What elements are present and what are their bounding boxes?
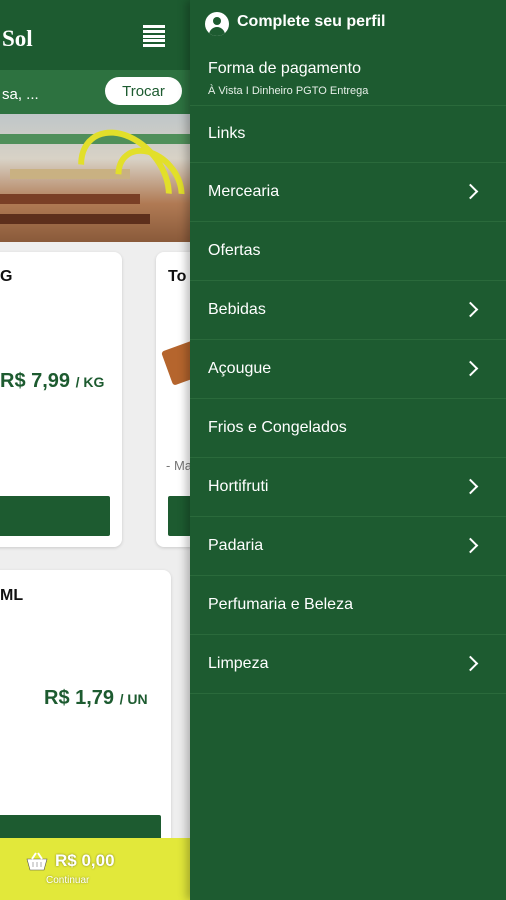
menu-item-label: Mercearia [208,183,280,200]
product-image [161,338,190,386]
menu-item-label: Frios e Congelados [208,419,347,436]
add-to-cart-button[interactable] [0,496,110,536]
navigation-drawer: Complete seu perfil Forma de pagamento À… [190,0,506,900]
menu-item-label: Hortifruti [208,478,269,495]
product-subtitle: - Ma [166,458,190,473]
payment-method-subtitle: À Vista I Dinheiro PGTO Entrega [208,85,369,97]
app-header: Sol [0,0,190,70]
menu-item-links[interactable]: Links [190,106,506,163]
product-title: ML [0,587,24,604]
menu-item-limpeza[interactable]: Limpeza [190,635,506,694]
product-title: G [0,268,13,285]
chevron-right-icon [462,537,479,554]
menu-item-label: Links [208,125,246,142]
change-address-button[interactable]: Trocar [105,77,182,105]
cart-bar[interactable]: R$ 0,00 Continuar [0,838,190,900]
product-card[interactable]: G R$ 7,99 / KG [0,252,122,547]
complete-profile-link[interactable]: Complete seu perfil [190,0,506,50]
app-screen: Sol sa, ... Trocar G R$ 7,99 / KG To - M… [0,0,190,900]
payment-method-title: Forma de pagamento [208,60,361,77]
menu-item-hortifruti[interactable]: Hortifruti [190,458,506,517]
menu-item-label: Ofertas [208,242,261,259]
menu-item-padaria[interactable]: Padaria [190,517,506,576]
basket-icon [26,852,48,871]
product-price: R$ 1,79 / UN [44,687,148,709]
menu-item-label: Bebidas [208,301,266,318]
add-to-cart-button[interactable] [168,496,190,536]
product-title: To [168,268,187,285]
cart-total: R$ 0,00 [55,851,115,870]
complete-profile-label: Complete seu perfil [237,13,386,30]
menu-item-ofertas[interactable]: Ofertas [190,222,506,281]
chevron-right-icon [462,301,479,318]
product-price: R$ 7,99 / KG [0,370,105,392]
product-card[interactable]: To - Ma [156,252,190,547]
cart-continue-label: Continuar [46,875,90,886]
payment-method-item[interactable]: Forma de pagamento À Vista I Dinheiro PG… [190,50,506,106]
chevron-right-icon [462,655,479,672]
menu-icon[interactable] [143,25,165,47]
menu-item-perfumaria-beleza[interactable]: Perfumaria e Beleza [190,576,506,635]
app-logo: Sol [2,26,33,51]
chevron-right-icon [462,478,479,495]
user-icon [205,12,229,36]
address-text: sa, ... [2,86,39,103]
promo-banner[interactable] [0,114,190,242]
menu-item-bebidas[interactable]: Bebidas [190,281,506,340]
menu-item-label: Limpeza [208,655,269,672]
menu-item-acougue[interactable]: Açougue [190,340,506,399]
menu-item-label: Padaria [208,537,264,554]
menu-item-frios-congelados[interactable]: Frios e Congelados [190,399,506,458]
menu-item-label: Perfumaria e Beleza [208,596,353,613]
chevron-right-icon [462,360,479,377]
menu-item-label: Açougue [208,360,272,377]
menu-item-mercearia[interactable]: Mercearia [190,163,506,222]
chevron-right-icon [462,183,479,200]
